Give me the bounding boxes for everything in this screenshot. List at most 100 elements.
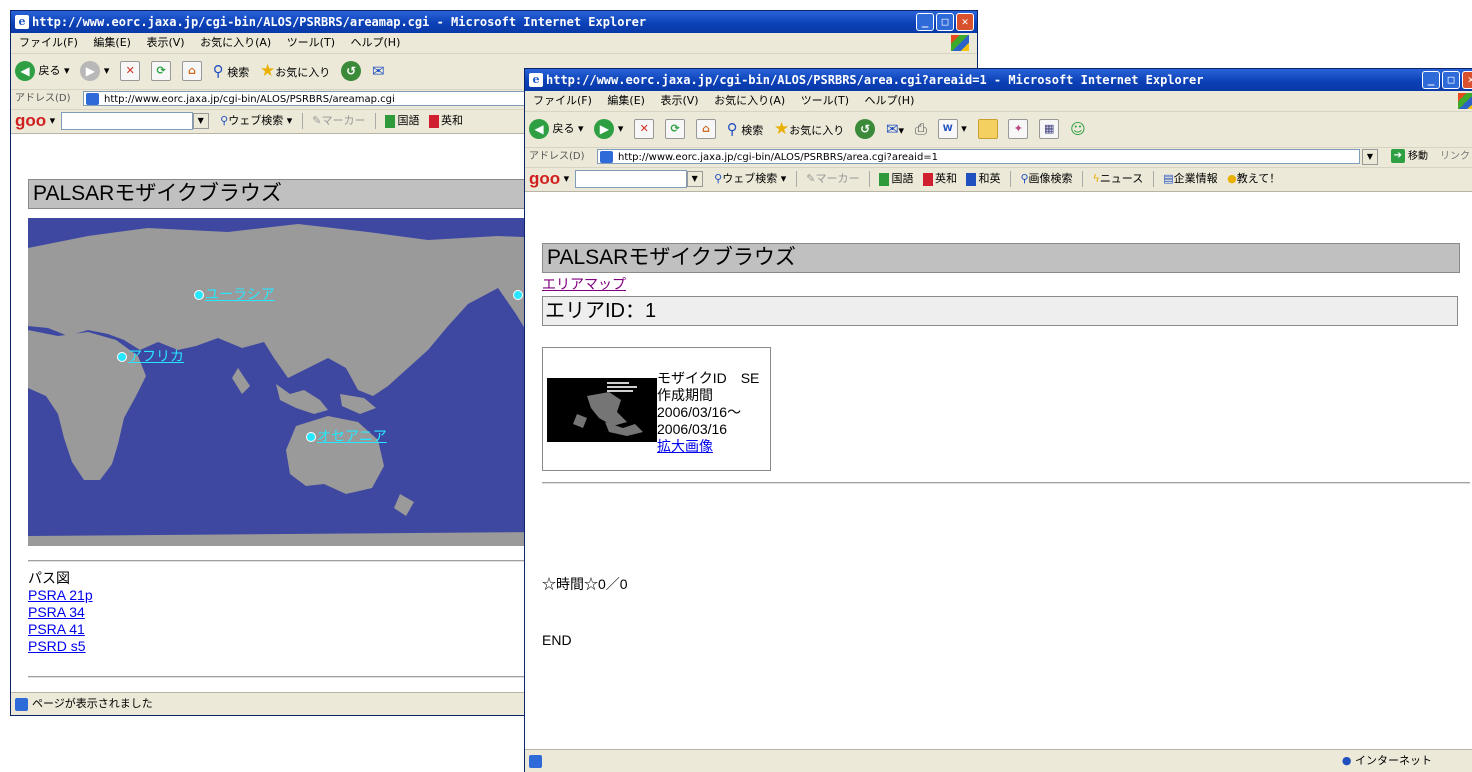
links-button[interactable]: リンク: [1440, 147, 1470, 167]
menu-help[interactable]: ヘルプ(H): [865, 94, 915, 107]
menu-favorites[interactable]: お気に入り(A): [200, 36, 271, 49]
mosaic-info: モザイクID SE 作成期間 2006/03/16～ 2006/03/16 拡大…: [657, 370, 769, 455]
map-link-oceania[interactable]: オセアニア: [306, 428, 387, 444]
go-button[interactable]: ➔ 移動: [1390, 147, 1428, 167]
history-button[interactable]: ↺: [341, 60, 362, 82]
goo-eiwa-button[interactable]: 英和: [428, 114, 463, 128]
address-dropdown-button[interactable]: ▼: [1362, 149, 1378, 165]
goo-dropdown-button[interactable]: ▼: [192, 113, 209, 129]
map-link-eurasia[interactable]: ユーラシア: [194, 286, 275, 302]
title-bar[interactable]: e http://www.eorc.jaxa.jp/cgi-bin/ALOS/PS…: [525, 69, 1472, 91]
stop-button[interactable]: ✕: [634, 118, 655, 140]
favorites-button[interactable]: ★お気に入り: [260, 60, 330, 82]
path-link-psra-41[interactable]: PSRA 41: [28, 621, 85, 637]
back-button[interactable]: ◀ 戻る ▾: [529, 118, 584, 140]
goo-dropdown-button[interactable]: ▼: [686, 171, 703, 187]
path-link-psra-34[interactable]: PSRA 34: [28, 604, 85, 620]
india-landmass: [232, 368, 250, 394]
mail-button[interactable]: ✉: [372, 60, 385, 82]
menu-tools[interactable]: ツール(T): [801, 94, 849, 107]
star-icon: ★: [260, 61, 276, 81]
minimize-button[interactable]: _: [916, 13, 934, 31]
goo-search-input[interactable]: [574, 170, 687, 188]
red-book-icon: [922, 172, 933, 186]
address-value: http://www.eorc.jaxa.jp/cgi-bin/ALOS/PSR…: [104, 94, 395, 105]
research-button[interactable]: ✦: [1008, 118, 1029, 140]
goo-kokugo-button[interactable]: 国語: [385, 114, 419, 128]
menu-edit[interactable]: 編集(E): [93, 36, 131, 49]
search-label: 検索: [741, 124, 764, 137]
path-link-psrd-s5[interactable]: PSRD s5: [28, 638, 86, 654]
marker-dot-icon: [306, 432, 316, 442]
close-button[interactable]: ✕: [956, 13, 974, 31]
lightning-icon: ϟ: [1092, 172, 1100, 185]
print-button[interactable]: ⎙: [915, 118, 927, 140]
goo-news-button[interactable]: ϟニュース: [1093, 172, 1144, 185]
mosaic-card: モザイクID SE 作成期間 2006/03/16～ 2006/03/16 拡大…: [542, 347, 771, 471]
goo-marker-button[interactable]: ✎マーカー: [806, 172, 859, 185]
goo-logo[interactable]: goo: [529, 167, 560, 191]
window-title: http://www.eorc.jaxa.jp/cgi-bin/ALOS/PSR…: [32, 15, 647, 29]
refresh-button[interactable]: ⟳: [665, 118, 686, 140]
messenger-button[interactable]: ☺: [1070, 118, 1086, 140]
goo-logo[interactable]: goo: [15, 109, 46, 133]
menu-tools[interactable]: ツール(T): [287, 36, 335, 49]
title-bar[interactable]: e http://www.eorc.jaxa.jp/cgi-bin/ALOS/PS…: [11, 11, 977, 33]
goo-marker-button[interactable]: ✎マーカー: [312, 114, 365, 127]
address-input[interactable]: http://www.eorc.jaxa.jp/cgi-bin/ALOS/PSR…: [597, 149, 1360, 164]
home-button[interactable]: ⌂: [695, 118, 716, 140]
menu-view[interactable]: 表示(V): [146, 36, 184, 49]
favorites-label: お気に入り: [275, 66, 331, 79]
goo-search-input[interactable]: [60, 112, 193, 130]
mail-button[interactable]: ✉▾: [886, 118, 904, 140]
close-button[interactable]: ✕: [1462, 71, 1472, 89]
menu-file[interactable]: ファイル(F): [533, 94, 592, 107]
goo-company-button[interactable]: ▤企業情報: [1163, 172, 1217, 185]
path-link-psra-21p[interactable]: PSRA 21p: [28, 587, 93, 603]
goo-oshiete-button[interactable]: ●教えて！: [1227, 172, 1280, 185]
forward-button[interactable]: ▶ ▾: [594, 118, 623, 140]
menu-bar: ファイル(F) 編集(E) 表示(V) お気に入り(A) ツール(T) ヘルプ(…: [525, 91, 1472, 112]
goo-logo-text: goo: [15, 111, 47, 130]
refresh-button[interactable]: ⟳: [151, 60, 172, 82]
menu-favorites[interactable]: お気に入り(A): [714, 94, 785, 107]
goo-waei-button[interactable]: 和英: [966, 172, 1000, 186]
forward-button[interactable]: ▶ ▾: [80, 60, 109, 82]
edit-button[interactable]: W ▾: [937, 118, 967, 140]
stop-icon: ✕: [120, 61, 141, 81]
area-map-link[interactable]: エリアマップ: [542, 274, 626, 294]
goo-eiwa-button[interactable]: 英和: [922, 172, 957, 186]
menu-bar: ファイル(F) 編集(E) 表示(V) お気に入り(A) ツール(T) ヘルプ(…: [11, 33, 977, 54]
map-link-africa[interactable]: アフリカ: [117, 348, 184, 364]
favorites-button[interactable]: ★お気に入り: [774, 118, 844, 140]
minimize-button[interactable]: _: [1422, 71, 1440, 89]
goo-web-search-button[interactable]: ⚲ウェブ検索 ▾: [714, 172, 786, 185]
marker-dot-icon[interactable]: [513, 290, 523, 300]
mail-icon: ✉: [371, 62, 385, 80]
menu-file[interactable]: ファイル(F): [19, 36, 78, 49]
back-button[interactable]: ◀ 戻る ▾: [15, 60, 70, 82]
history-icon: ↺: [341, 61, 362, 81]
maximize-button[interactable]: □: [936, 13, 954, 31]
search-button[interactable]: ⚲ 検索: [727, 118, 764, 140]
goo-web-search-button[interactable]: ⚲ウェブ検索 ▾: [220, 114, 292, 127]
menu-view[interactable]: 表示(V): [660, 94, 698, 107]
history-button[interactable]: ↺: [855, 118, 876, 140]
stop-button[interactable]: ✕: [120, 60, 141, 82]
maximize-button[interactable]: □: [1442, 71, 1460, 89]
mosaic-thumbnail[interactable]: [547, 378, 657, 442]
search-button[interactable]: ⚲ 検索: [213, 60, 250, 82]
ie-icon: e: [15, 15, 29, 29]
image-search-icon: ⚲: [1020, 172, 1029, 185]
magnifier-icon: ⚲: [212, 62, 224, 80]
goo-kokugo-button[interactable]: 国語: [879, 172, 913, 186]
menu-edit[interactable]: 編集(E): [607, 94, 645, 107]
home-button[interactable]: ⌂: [181, 60, 202, 82]
media-button[interactable]: ▦: [1039, 118, 1060, 140]
menu-help[interactable]: ヘルプ(H): [351, 36, 401, 49]
window-title: http://www.eorc.jaxa.jp/cgi-bin/ALOS/PSR…: [546, 73, 1204, 87]
enlarge-image-link[interactable]: 拡大画像: [657, 438, 713, 454]
goo-image-search-button[interactable]: ⚲画像検索: [1020, 172, 1072, 185]
links-label: リンク: [1440, 151, 1470, 162]
folder-button[interactable]: [977, 118, 998, 140]
